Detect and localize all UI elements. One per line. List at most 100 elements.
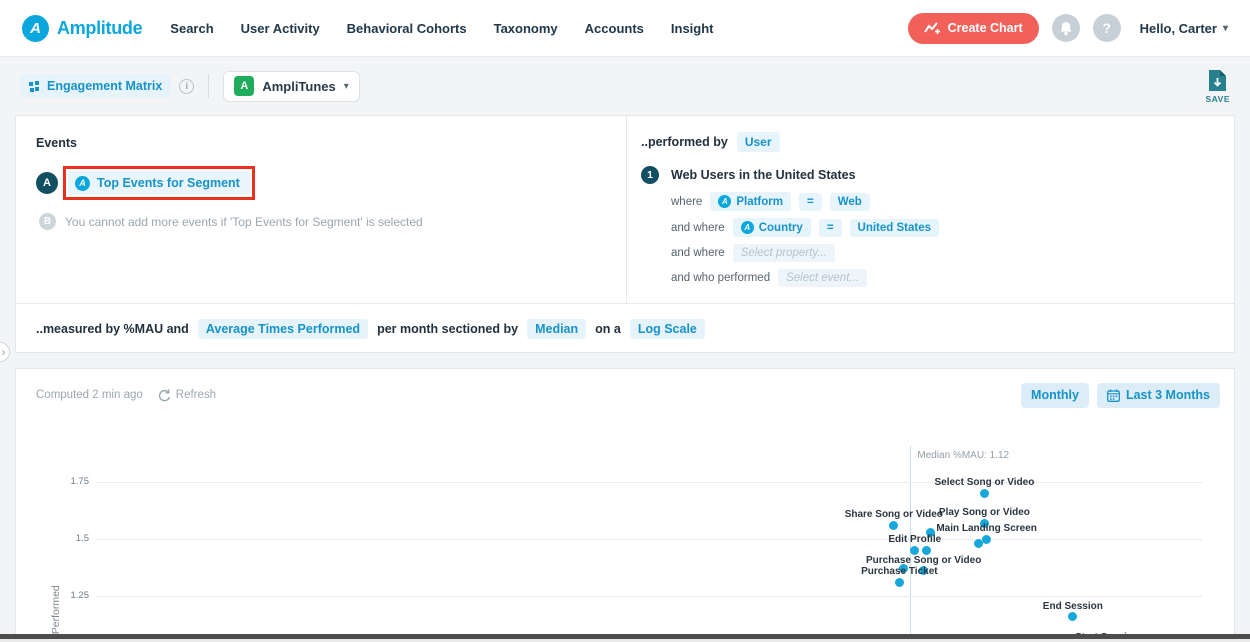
project-selector[interactable]: A AmpliTunes ▾ [223, 71, 359, 102]
project-icon: A [234, 76, 254, 96]
condition-row: and where A Country = United States [671, 218, 1235, 237]
performed-by-section: ..performed by User 1 Web Users in the U… [627, 116, 1235, 303]
query-builder-card: Events A A Top Events for Segment B You … [15, 115, 1235, 353]
nav-item-taxonomy[interactable]: Taxonomy [494, 21, 558, 36]
scale-selector[interactable]: Log Scale [630, 319, 705, 339]
condition-prefix: and who performed [671, 272, 770, 284]
scatter-point[interactable] [889, 521, 898, 530]
point-label: Purchase Song or Video [839, 555, 1009, 566]
gridline [96, 539, 1201, 540]
user-menu[interactable]: Hello, Carter ▾ [1140, 21, 1228, 36]
property-selector[interactable]: A Country [733, 218, 811, 237]
event-badge-a: A [36, 172, 58, 194]
chart-card: Computed 2 min ago Refresh Monthly [15, 368, 1235, 642]
event-badge-b: B [39, 213, 56, 230]
help-icon[interactable]: ? [1093, 14, 1121, 42]
chart-type-label: Engagement Matrix [47, 79, 162, 93]
chart-plot-area: Average Times Performed 1.751.51.25Media… [16, 369, 1234, 641]
measured-by-text: ..measured by %MAU and [36, 322, 189, 336]
amplitude-logo[interactable]: A Amplitude [22, 15, 142, 42]
operator-selector[interactable]: = [799, 193, 822, 211]
amplitude-event-icon: A [75, 176, 90, 191]
point-label: Share Song or Video [809, 509, 979, 520]
amplitude-property-icon: A [741, 221, 754, 234]
property-selector[interactable]: A Platform [710, 192, 791, 211]
event-name: Top Events for Segment [97, 176, 240, 190]
point-label: Purchase Ticket [814, 566, 984, 577]
segment-name: Web Users in the United States [671, 168, 856, 182]
collapse-panel-handle[interactable]: › [0, 342, 10, 362]
events-section: Events A A Top Events for Segment B You … [16, 116, 626, 303]
y-tick-label: 1.75 [24, 476, 89, 487]
header-divider [208, 74, 209, 98]
point-label: Select Song or Video [899, 477, 1069, 488]
chevron-down-icon: ▾ [344, 81, 349, 92]
amplitude-property-icon: A [718, 195, 731, 208]
info-icon[interactable]: i [179, 79, 194, 94]
on-a-text: on a [595, 322, 621, 336]
nav-item-behavioral-cohorts[interactable]: Behavioral Cohorts [347, 21, 467, 36]
top-nav: A Amplitude Search User Activity Behavio… [0, 0, 1250, 57]
performed-by-label: ..performed by [641, 135, 728, 149]
metric-selector[interactable]: Average Times Performed [198, 319, 368, 339]
scatter-point[interactable] [895, 578, 904, 587]
segment-badge: 1 [641, 166, 659, 184]
nav-links: Search User Activity Behavioral Cohorts … [170, 21, 713, 36]
notifications-bell-icon[interactable] [1052, 14, 1080, 42]
save-document-icon [1208, 69, 1227, 92]
section-selector[interactable]: Median [527, 319, 586, 339]
scatter-point[interactable] [922, 546, 931, 555]
create-chart-button[interactable]: Create Chart [908, 13, 1039, 44]
chart-line-icon [924, 21, 941, 35]
matrix-grid-icon [29, 81, 40, 92]
value-selector[interactable]: United States [850, 219, 940, 237]
performed-by-selector[interactable]: User [737, 132, 780, 152]
nav-item-insight[interactable]: Insight [671, 21, 714, 36]
chevron-right-icon: › [2, 345, 6, 359]
y-tick-label: 1.25 [24, 590, 89, 601]
point-label: End Session [988, 601, 1158, 612]
point-label: Edit Profile [830, 534, 1000, 545]
segment-conditions: where A Platform = Web and where A Count… [671, 192, 1235, 287]
condition-prefix: and where [671, 247, 725, 259]
scatter-point[interactable] [1068, 612, 1077, 621]
nav-item-search[interactable]: Search [170, 21, 213, 36]
condition-row: where A Platform = Web [671, 192, 1235, 211]
chart-header-row: Engagement Matrix i A AmpliTunes ▾ SAVE [0, 57, 1250, 115]
gridline [96, 596, 1201, 597]
nav-item-accounts[interactable]: Accounts [585, 21, 644, 36]
condition-prefix: and where [671, 222, 725, 234]
select-property-input[interactable]: Select property... [733, 244, 835, 262]
value-selector[interactable]: Web [830, 193, 870, 211]
nav-right: Create Chart ? Hello, Carter ▾ [908, 13, 1228, 44]
chart-type-selector[interactable]: Engagement Matrix [20, 74, 171, 98]
project-name: AmpliTunes [262, 79, 335, 94]
event-selector[interactable]: A Top Events for Segment [68, 171, 250, 195]
measured-by-row: ..measured by %MAU and Average Times Per… [16, 303, 1234, 353]
event-limit-message: You cannot add more events if 'Top Event… [65, 215, 423, 229]
annotation-highlight-box: A Top Events for Segment [63, 166, 255, 200]
point-label: Main Landing Screen [902, 523, 1072, 534]
event-row-a: A A Top Events for Segment [36, 166, 626, 200]
create-chart-label: Create Chart [948, 21, 1023, 35]
event-row-b: B You cannot add more events if 'Top Eve… [39, 213, 626, 230]
scatter-point[interactable] [910, 546, 919, 555]
nav-item-user-activity[interactable]: User Activity [241, 21, 320, 36]
amplitude-logo-icon: A [22, 15, 49, 42]
segment-row: 1 Web Users in the United States [641, 166, 1235, 184]
save-label: SAVE [1205, 94, 1230, 104]
select-event-input[interactable]: Select event... [778, 269, 867, 287]
median-line-label: Median %MAU: 1.12 [917, 450, 1009, 461]
condition-row: and where Select property... [671, 244, 1235, 262]
operator-selector[interactable]: = [819, 219, 842, 237]
brand-name: Amplitude [57, 18, 142, 39]
sectioned-by-text: per month sectioned by [377, 322, 518, 336]
condition-prefix: where [671, 196, 702, 208]
chevron-down-icon: ▾ [1223, 23, 1228, 34]
events-title: Events [36, 136, 626, 150]
y-tick-label: 1.5 [24, 533, 89, 544]
scatter-point[interactable] [980, 489, 989, 498]
condition-row: and who performed Select event... [671, 269, 1235, 287]
save-button[interactable]: SAVE [1205, 69, 1230, 104]
greeting-label: Hello, Carter [1140, 21, 1217, 36]
